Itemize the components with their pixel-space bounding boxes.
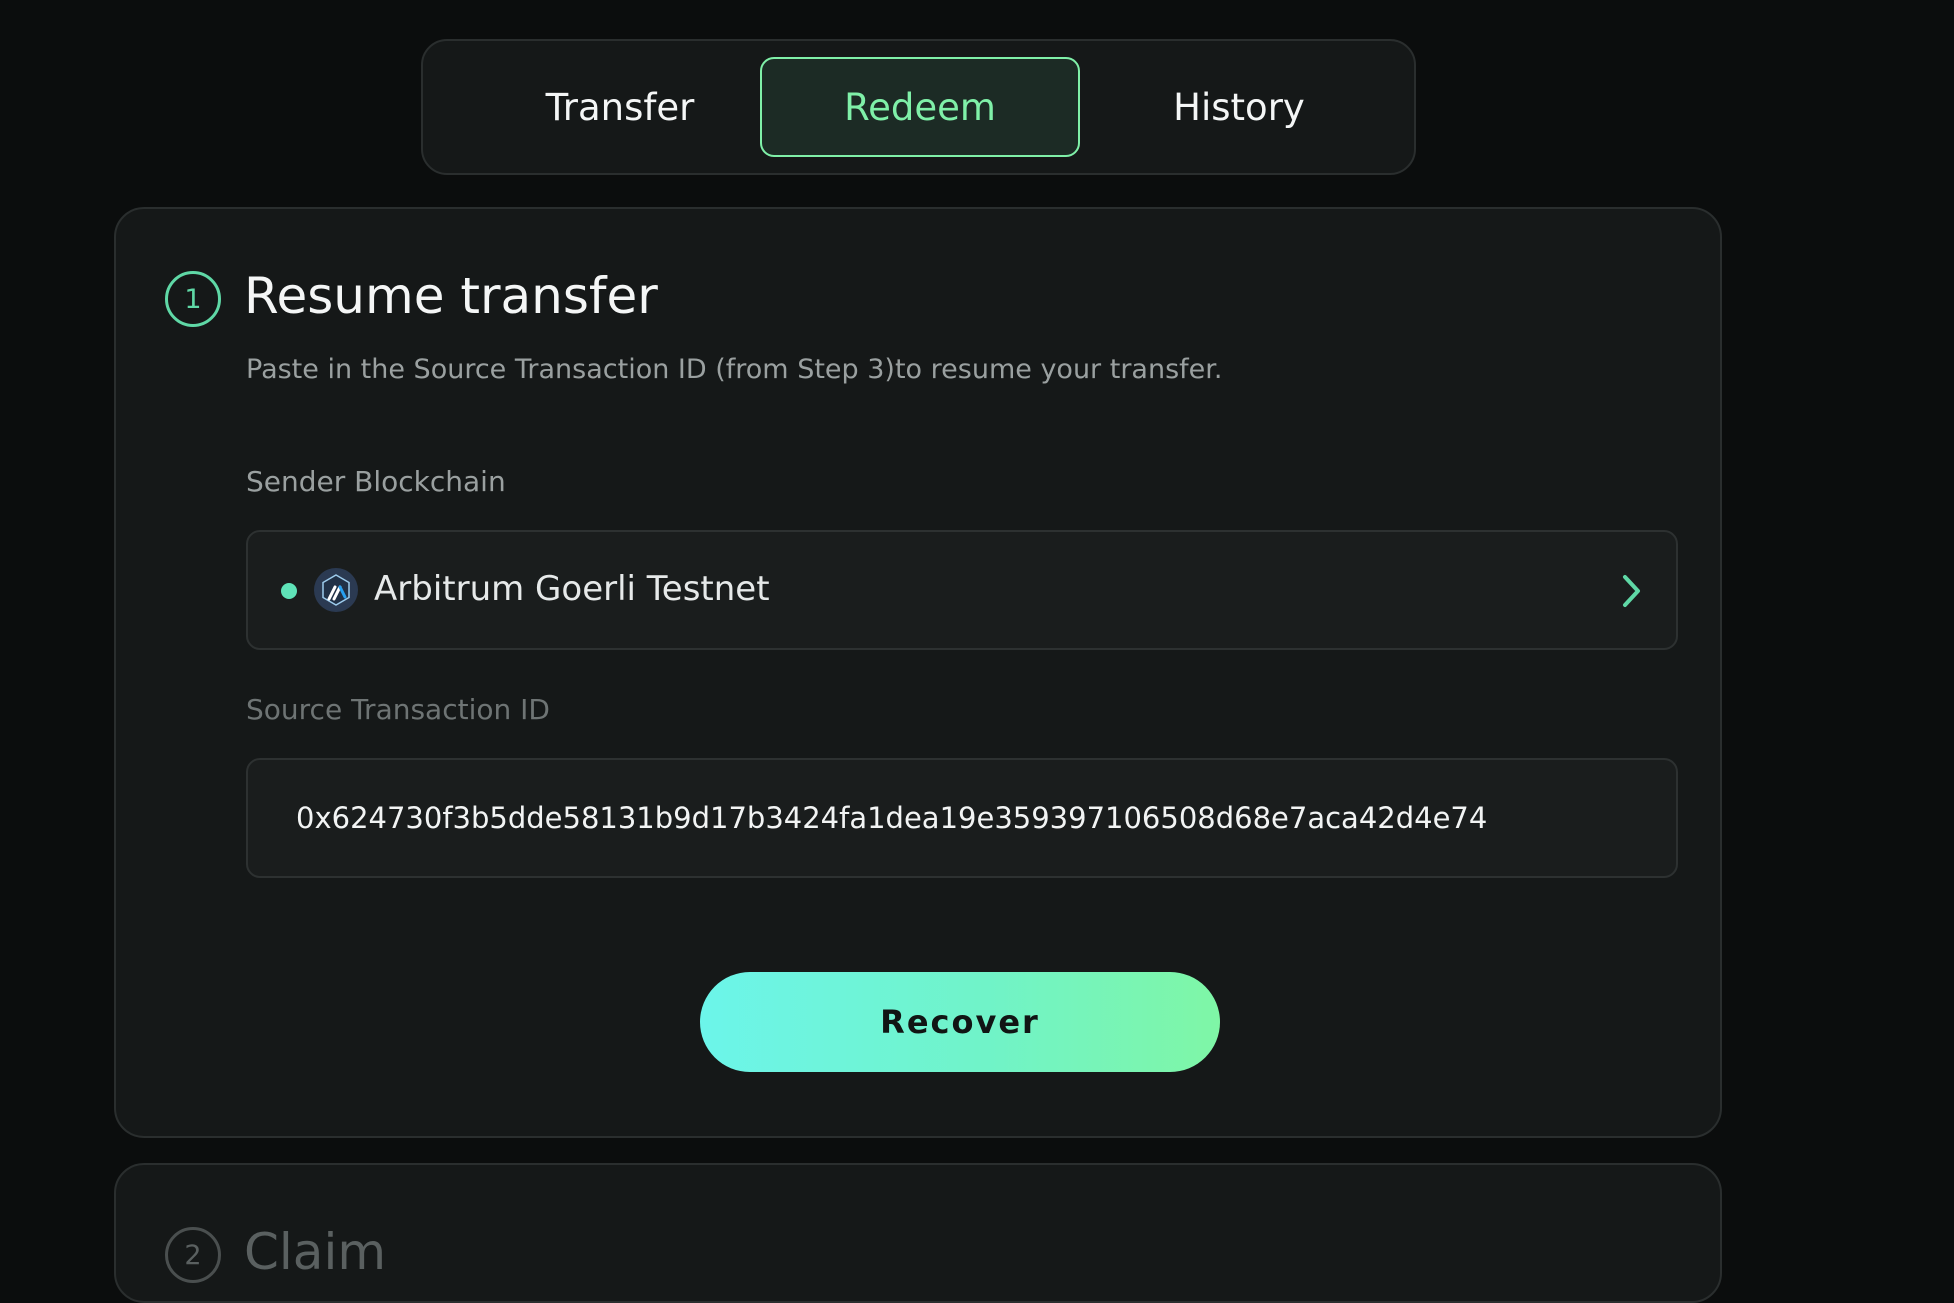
- source-transaction-field: [246, 758, 1678, 878]
- arbitrum-logo-icon: [314, 568, 358, 612]
- step-claim-card: 2 Claim: [114, 1163, 1722, 1303]
- step-description: Paste in the Source Transaction ID (from…: [246, 354, 1223, 385]
- tab-transfer[interactable]: Transfer: [460, 57, 780, 157]
- tab-history[interactable]: History: [1079, 57, 1399, 157]
- step-resume-transfer-card: 1 Resume transfer Paste in the Source Tr…: [114, 207, 1722, 1138]
- chevron-right-icon: [1623, 575, 1640, 607]
- sender-blockchain-label: Sender Blockchain: [246, 465, 506, 498]
- sender-blockchain-value: Arbitrum Goerli Testnet: [374, 569, 770, 609]
- tab-redeem[interactable]: Redeem: [760, 57, 1080, 157]
- tab-bar: Transfer Redeem History: [421, 39, 1416, 175]
- sender-blockchain-select[interactable]: Arbitrum Goerli Testnet: [246, 530, 1678, 650]
- source-transaction-label: Source Transaction ID: [246, 693, 550, 726]
- recover-button[interactable]: Recover: [700, 972, 1220, 1072]
- step-number-badge: 1: [165, 271, 221, 327]
- source-transaction-input[interactable]: [296, 760, 1656, 876]
- step-title: Resume transfer: [244, 267, 658, 325]
- status-dot-icon: [281, 583, 297, 599]
- step-title: Claim: [244, 1223, 387, 1281]
- step-number-badge: 2: [165, 1227, 221, 1283]
